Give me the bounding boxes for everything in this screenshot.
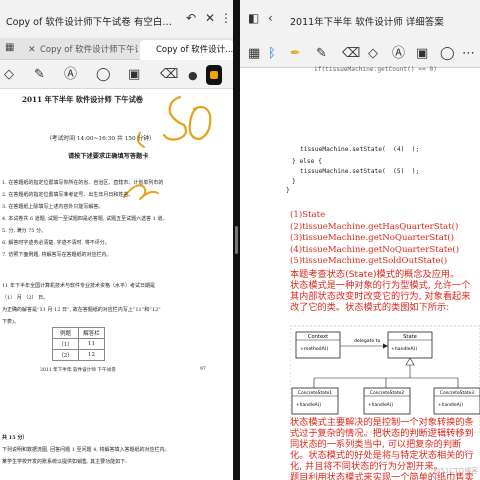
document-text-line: （考试时间 14:00~16:30 共 150 分钟） — [46, 136, 155, 142]
code-line: } — [292, 178, 296, 185]
shape-icon[interactable]: ◯ — [96, 67, 111, 83]
left-document-pane: Copy of 软件设计师下午试卷 有空白页, 会造成资... ↶ ✕ ⋮ ▦ … — [0, 0, 233, 480]
back-icon[interactable]: ‹ — [268, 11, 273, 25]
sidebar-icon[interactable]: ◧ — [248, 11, 259, 25]
table-cell: 11 — [78, 338, 105, 350]
code-line: tissueMachine.setState( (5) ); — [300, 168, 420, 175]
shape-icon[interactable]: ◯ — [440, 46, 455, 62]
uml-context-name: Context — [308, 334, 328, 340]
document-text-line: 97 — [200, 367, 206, 372]
code-line: } else { — [292, 158, 322, 165]
tab-inactive[interactable]: ✕ Copy of 软件设计师下午试卷 — [24, 40, 138, 60]
eraser-icon[interactable]: ⌫ — [342, 46, 360, 62]
uml-concrete-op: +handleA() — [368, 402, 393, 408]
summary-line: 题目利用状态模式来实现一个简单的纸巾售卖 — [290, 472, 474, 480]
document-text-line: 下列说明和数据流图, 回答问题 1 至问题 4, 将解答填入答题纸的对应栏内。 — [2, 447, 170, 453]
code-line: } — [286, 187, 290, 194]
sidebar-toggle-icon[interactable]: ▦ — [5, 42, 14, 53]
left-title-bar: Copy of 软件设计师下午试卷 有空白页, 会造成资... ↶ ✕ ⋮ — [0, 0, 233, 38]
pen-tool-button[interactable] — [206, 65, 222, 85]
document-text-line: 为正确的解答是“11 月 12 日”, 故在答题纸的对应栏内写上“11”和“12… — [2, 307, 161, 313]
highlighter-icon[interactable]: ✎ — [34, 67, 45, 83]
table-cell: 12 — [78, 349, 105, 361]
document-text-line: 1. 在答题纸的指定位置填写你所在的省、自治区、直辖市、计划单列市的 — [2, 180, 164, 186]
document-text-line: 11 年下半年全国计算机技术与软件专业技术资格（水平）考试日期是 — [2, 283, 155, 289]
document-text-line: 2011 年下半年 软件设计师 下午试卷 — [22, 95, 143, 104]
image-icon[interactable]: ▣ — [416, 46, 428, 62]
answer-line: (4)tissueMachine.getNoQuarterState() — [290, 244, 460, 255]
lasso-icon[interactable]: ◇ — [4, 67, 14, 83]
answer-line: (2)tissueMachine.getHasQuarterStat() — [290, 221, 459, 232]
close-icon[interactable]: ✕ — [205, 11, 215, 25]
document-text-line: 请按下述要求正确填写答题卡 — [68, 153, 149, 160]
tab-active[interactable]: Copy of 软件设计... — [140, 40, 233, 60]
grid-icon[interactable]: ▦ — [248, 46, 260, 62]
tab-label: Copy of 软件设计... — [156, 45, 233, 55]
left-tab-bar: ▦ ✕ Copy of 软件设计师下午试卷 Copy of 软件设计... — [0, 38, 233, 60]
highlighter-icon[interactable]: ✎ — [316, 46, 327, 62]
divider-handle[interactable] — [235, 226, 238, 254]
text-icon[interactable]: Ⓐ — [64, 67, 77, 83]
tab-label: Copy of 软件设计师下午试卷 — [40, 45, 138, 55]
color-icon[interactable]: ● — [188, 68, 198, 84]
code-line: tissueMachine.setState( (4) ); — [300, 146, 420, 153]
text-icon[interactable]: Ⓐ — [392, 46, 405, 62]
document-text-line: 2011 年下半年 软件设计师 下午试卷 — [40, 368, 116, 373]
uml-delegate-label: delegate to — [354, 338, 380, 344]
more-icon[interactable]: ⋯ — [462, 46, 475, 62]
document-text-line: 7. 仿照下面例题, 将解答写在答题纸的对应栏内。 — [2, 252, 112, 258]
uml-concrete-state-3: ConcreteState3 — [440, 390, 474, 396]
document-text-line: 4. 本试卷共 6 道题, 试题一至试题四是必答题, 试题五至试题六选答 1 道… — [2, 216, 168, 222]
document-text-line: 3. 在答题纸上除填写上述内容外只能写解答。 — [2, 204, 104, 210]
uml-concrete-op: +handleA() — [438, 402, 463, 408]
example-answer-table: 例题 解答栏 （1） 11 （2） 12 — [52, 327, 105, 361]
right-document-title[interactable]: 2011年下半年 软件设计师 详细答案 — [290, 14, 478, 28]
close-tab-icon[interactable]: ✕ — [28, 40, 36, 60]
answer-line: (3)tissueMachine.getNoQuarterStat() — [290, 233, 455, 243]
document-text-line: （1） 月 （2） 日。 — [2, 295, 49, 301]
right-document-pane: ◧ ‹ 2011年下半年 软件设计师 详细答案 ▦ ᛒ ✒ ✎ ⌫ ◇ Ⓐ ▣ … — [240, 0, 480, 480]
document-text-line: 6. 解答时字迹务必清楚, 字迹不清时, 将不评分。 — [2, 240, 110, 246]
document-text-line: 2. 在答题纸的指定位置填写准考证号、出生年月日和姓名。 — [2, 192, 134, 198]
uml-state-name: State — [403, 334, 417, 340]
more-icon[interactable]: ⋮ — [220, 11, 232, 25]
document-text-line: 下表)。 — [2, 319, 19, 325]
lasso-icon[interactable]: ◇ — [368, 46, 378, 62]
image-icon[interactable]: ▣ — [128, 67, 140, 83]
pen-color-swatch — [210, 71, 218, 79]
right-annotation-toolbar: ▦ ᛒ ✒ ✎ ⌫ ◇ Ⓐ ▣ ◯ ⋯ — [240, 38, 480, 68]
answer-line: (1)State — [290, 210, 326, 220]
table-header: 例题 — [52, 327, 79, 339]
document-text-line: 5. 分, 满分 75 分。 — [2, 228, 47, 234]
left-annotation-toolbar: ◇ ✎ Ⓐ ◯ ▣ ⌫ ● — [0, 61, 233, 89]
split-view-divider[interactable] — [233, 0, 240, 480]
answer-line: (5)tissueMachine.getSoldOutState() — [290, 256, 448, 266]
right-title-bar: ◧ ‹ 2011年下半年 软件设计师 详细答案 — [240, 0, 480, 38]
document-text-line: 共 15 分） — [2, 435, 28, 441]
right-document-page: if(tissueMachine.getCount() == 0) Contex… — [240, 66, 480, 480]
table-header: 解答栏 — [78, 327, 105, 339]
code-line: if(tissueMachine.getCount() == 0) — [314, 66, 437, 73]
bluetooth-icon[interactable]: ᛒ — [268, 46, 276, 62]
left-document-title[interactable]: Copy of 软件设计师下午试卷 有空白页, 会造成资... — [6, 14, 176, 28]
undo-icon[interactable]: ↶ — [186, 11, 196, 25]
explanation-line: 改了它的类。状态模式的类图如下所示: — [290, 302, 450, 313]
uml-context-op: +methodA() — [300, 346, 329, 352]
document-text-line: 某学生学校开发的账系统以提供如销售, 其主要功能如下: — [2, 459, 127, 465]
uml-concrete-op: +handleA() — [296, 402, 321, 408]
pen-icon[interactable]: ✒ — [290, 46, 301, 62]
left-document-page: 例题 解答栏 （1） 11 （2） 12 2011 年下半年 软件设计师 下午试… — [0, 89, 233, 480]
table-cell: （2） — [52, 349, 79, 361]
uml-concrete-state-2: ConcreteState2 — [370, 390, 404, 396]
uml-state-op: +handleA() — [391, 346, 417, 352]
eraser-icon[interactable]: ⌫ — [160, 67, 178, 83]
uml-concrete-state-1: ConcreteState1 — [298, 390, 332, 396]
table-cell: （1） — [52, 338, 79, 350]
